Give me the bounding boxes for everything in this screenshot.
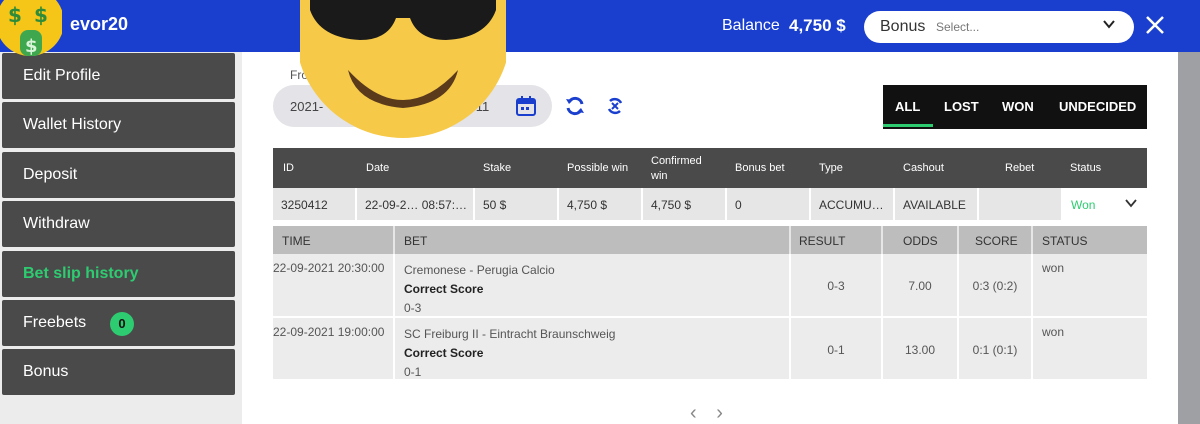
sidebar-item-label: Bet slip history xyxy=(23,265,139,282)
event-time: 22-09-2021 19:00:00 xyxy=(273,318,395,380)
tab-undecided[interactable]: UNDECIDED xyxy=(1059,99,1136,114)
sidebar-item-freebets[interactable]: Freebets 0 xyxy=(2,300,235,346)
odds: 13.00 xyxy=(883,318,959,380)
status-filter-tabs: ALL LOST WON UNDECIDED xyxy=(883,85,1147,129)
bet-type: ACCUMU… xyxy=(811,188,895,220)
sidebar-item-bet-slip-history[interactable]: Bet slip history xyxy=(2,251,235,297)
username: evor20 xyxy=(70,14,129,34)
sunglasses-emoji xyxy=(300,0,506,138)
svg-text:$: $ xyxy=(34,3,48,27)
column-header: ID xyxy=(283,162,294,174)
svg-text:$: $ xyxy=(8,3,22,27)
sidebar-item-withdraw[interactable]: Withdraw xyxy=(2,201,235,247)
bet-date: 22-09-2… 08:57:… xyxy=(357,188,475,220)
selection-status: won xyxy=(1042,325,1065,339)
money-mouth-emoji: $ $ $ xyxy=(0,0,62,57)
sidebar: Edit Profile Wallet History Deposit With… xyxy=(0,52,242,424)
sidebar-item-wallet-history[interactable]: Wallet History xyxy=(2,102,235,148)
bet-stake: 50 $ xyxy=(475,188,559,220)
bonus-placeholder: Select... xyxy=(936,20,980,34)
top-bar: evor20 Balance 4,750 $ Bonus Select... xyxy=(0,0,1200,52)
column-header: ODDS xyxy=(883,226,959,254)
column-header: Bonus bet xyxy=(735,162,785,174)
table-row[interactable]: 3250412 22-09-2… 08:57:… 50 $ 4,750 $ 4,… xyxy=(273,188,1147,220)
bet-possible-win: 4,750 $ xyxy=(559,188,643,220)
chevron-down-icon xyxy=(1103,20,1115,29)
close-icon[interactable] xyxy=(1144,14,1166,36)
table-row: 22-09-2021 20:30:00 Cremonese - Perugia … xyxy=(273,254,1147,316)
bet-details: Cremonese - Perugia Calcio Correct Score… xyxy=(395,254,791,316)
sidebar-item-label: Wallet History xyxy=(23,116,122,133)
bet-bonus: 0 xyxy=(727,188,811,220)
column-header: Cashout xyxy=(903,162,944,174)
sidebar-item-deposit[interactable]: Deposit xyxy=(2,152,235,198)
sidebar-item-label: Deposit xyxy=(23,166,78,183)
backdrop-strip xyxy=(1178,52,1200,424)
sidebar-item-label: Bonus xyxy=(23,363,69,380)
bet-confirmed-win: 4,750 $ xyxy=(643,188,727,220)
balance-value: 4,750 $ xyxy=(789,16,846,35)
bet-rebet[interactable] xyxy=(979,188,1063,220)
table-row: 22-09-2021 19:00:00 SC Freiburg II - Ein… xyxy=(273,317,1147,380)
column-header: STATUS xyxy=(1042,234,1088,248)
column-header: Stake xyxy=(483,162,512,174)
column-header: Type xyxy=(819,162,843,174)
bet-details: SC Freiburg II - Eintracht Braunschweig … xyxy=(395,318,791,380)
event-time: 22-09-2021 20:30:00 xyxy=(273,254,395,316)
prev-page-button[interactable]: ‹ xyxy=(690,402,697,424)
reset-icon[interactable] xyxy=(604,95,626,117)
market-name: Correct Score xyxy=(404,282,484,296)
column-header: Status xyxy=(1070,162,1102,174)
pagination: ‹ › xyxy=(690,402,737,424)
market-name: Correct Score xyxy=(404,346,484,360)
balance-label: Balance xyxy=(722,17,780,34)
column-header: SCORE xyxy=(959,226,1033,254)
column-header: Possible win xyxy=(567,162,629,174)
tab-all[interactable]: ALL xyxy=(895,99,920,114)
event-name: Cremonese - Perugia Calcio xyxy=(404,263,555,277)
svg-text:$: $ xyxy=(25,36,38,57)
calendar-icon[interactable] xyxy=(515,95,537,117)
selection-status: won xyxy=(1042,261,1065,275)
bet-cashout[interactable]: AVAILABLE xyxy=(895,188,979,220)
selection: 0-1 xyxy=(404,365,422,379)
chevron-down-icon[interactable] xyxy=(1125,197,1137,209)
tab-won[interactable]: WON xyxy=(1002,99,1034,114)
bonus-select[interactable]: Bonus Select... xyxy=(864,11,1134,43)
score: 0:1 (0:1) xyxy=(959,318,1033,380)
column-header: Confirmed win xyxy=(651,155,702,182)
result: 0-1 xyxy=(791,318,883,380)
column-header: TIME xyxy=(273,226,395,254)
sidebar-item-bonus[interactable]: Bonus xyxy=(2,349,235,395)
next-page-button[interactable]: › xyxy=(716,402,723,424)
column-header: Rebet xyxy=(1005,162,1035,174)
score: 0:3 (0:2) xyxy=(959,254,1033,316)
column-header: Date xyxy=(366,162,390,174)
sidebar-item-label: Withdraw xyxy=(23,215,90,232)
details-table-header: TIME BET RESULT ODDS SCORE STATUS xyxy=(273,226,1147,254)
tab-lost[interactable]: LOST xyxy=(944,99,979,114)
freebets-count-badge: 0 xyxy=(110,312,134,336)
column-header: RESULT xyxy=(791,226,883,254)
odds: 7.00 xyxy=(883,254,959,316)
refresh-icon[interactable] xyxy=(564,95,586,117)
bet-id: 3250412 xyxy=(273,188,357,220)
column-header: BET xyxy=(395,226,791,254)
bonus-label: Bonus xyxy=(880,18,926,35)
active-tab-indicator xyxy=(883,124,933,127)
sidebar-item-label: Freebets xyxy=(23,314,87,331)
selection: 0-3 xyxy=(404,301,422,315)
event-name: SC Freiburg II - Eintracht Braunschweig xyxy=(404,327,616,341)
summary-table-header: ID Date Stake Possible win Confirmed win… xyxy=(273,148,1147,188)
result: 0-3 xyxy=(791,254,883,316)
sidebar-item-label: Edit Profile xyxy=(23,67,101,84)
